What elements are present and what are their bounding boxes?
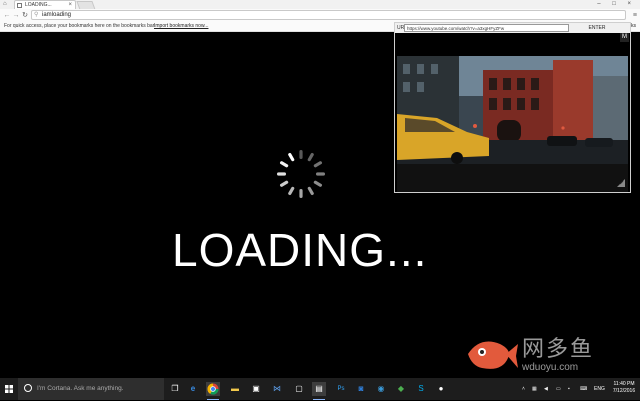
browser-tab[interactable]: LOADING... × (14, 0, 76, 9)
cortana-search-box[interactable]: I'm Cortana. Ask me anything. (18, 378, 164, 400)
browser-toolbar: ← → ↻ ⚲ iamloading ≡ (0, 9, 640, 23)
system-tray: ˄ ▦ ◀ ▭ ▪ ⌨ ENG 11:40 PM 7/12/2016 (520, 378, 640, 400)
back-icon[interactable]: ← (3, 11, 11, 20)
reload-icon[interactable]: ↻ (21, 11, 29, 20)
chrome-icon[interactable] (206, 382, 220, 400)
visual-studio-icon[interactable]: ⋈ (270, 382, 284, 396)
battery-icon[interactable]: ▭ (556, 378, 561, 400)
loading-spinner-icon (277, 150, 325, 198)
clock[interactable]: 11:40 PM 7/12/2016 (610, 381, 638, 395)
photoshop-icon[interactable]: Ps (334, 382, 348, 396)
app-icon-blue[interactable]: ◉ (374, 382, 388, 396)
media-app-icon[interactable]: ▤ (312, 382, 326, 400)
store-icon[interactable]: ▣ (249, 382, 263, 396)
watermark-brand: 网多鱼 (522, 336, 595, 361)
fish-logo-icon (468, 341, 518, 369)
cortana-icon (24, 384, 32, 392)
search-icon: ⚲ (34, 12, 39, 18)
enter-button[interactable]: ENTER (575, 23, 619, 33)
skype-icon[interactable]: S (414, 382, 428, 396)
task-view-icon[interactable]: ❐ (168, 382, 182, 396)
file-explorer-icon[interactable]: ▬ (228, 382, 242, 396)
keyboard-icon[interactable]: ⌨ (580, 378, 587, 400)
github-icon[interactable]: ● (434, 382, 448, 396)
menu-icon[interactable]: ≡ (633, 11, 637, 20)
import-bookmarks-link[interactable]: Import bookmarks now... (154, 22, 208, 31)
cortana-placeholder: I'm Cortana. Ask me anything. (37, 385, 124, 392)
network-icon[interactable]: ▦ (532, 378, 537, 400)
popup-url-bar: URL https://www.youtube.com/watch?v=a3xg… (395, 23, 630, 33)
loading-heading: LOADING... (172, 224, 428, 276)
tab-title: LOADING... (25, 2, 52, 8)
windows-start-icon[interactable] (0, 378, 18, 400)
fullscreen-icon[interactable] (616, 178, 626, 188)
notification-app-icon[interactable]: ▪ (568, 378, 570, 400)
outlook-icon[interactable]: ◙ (354, 382, 368, 396)
forward-icon[interactable]: → (12, 11, 20, 20)
bookmarks-message: For quick access, place your bookmarks h… (4, 23, 156, 29)
window-app-icon[interactable]: ▢ (292, 382, 306, 396)
app-icon-green[interactable]: ◆ (394, 382, 408, 396)
language-indicator[interactable]: ENG (594, 378, 605, 400)
windows-taskbar: I'm Cortana. Ask me anything. ❐ e ▬ ▣ ⋈ … (0, 378, 640, 400)
clock-date: 7/12/2016 (612, 388, 636, 394)
page-icon (17, 3, 22, 8)
watermark-domain: wduoyu.com (522, 362, 579, 373)
video-popup: URL https://www.youtube.com/watch?v=a3xg… (394, 22, 631, 193)
volume-icon[interactable]: ◀ (544, 378, 548, 400)
clock-time: 11:40 PM (613, 381, 635, 387)
address-bar[interactable]: ⚲ iamloading (31, 10, 626, 20)
watermark: 网多鱼 wduoyu.com (462, 332, 602, 376)
window-controls[interactable]: – □ × (597, 0, 636, 9)
show-hidden-icons[interactable]: ˄ (522, 378, 525, 400)
url-input[interactable]: https://www.youtube.com/watch?v=a3xgHFyZ… (404, 24, 569, 32)
address-text: iamloading (42, 12, 72, 18)
video-player[interactable] (397, 56, 628, 192)
video-frame-image (397, 56, 628, 164)
extension-logo[interactable]: M (620, 33, 629, 42)
profile-icon[interactable]: ⌂ (3, 1, 13, 8)
edge-icon[interactable]: e (186, 382, 200, 396)
